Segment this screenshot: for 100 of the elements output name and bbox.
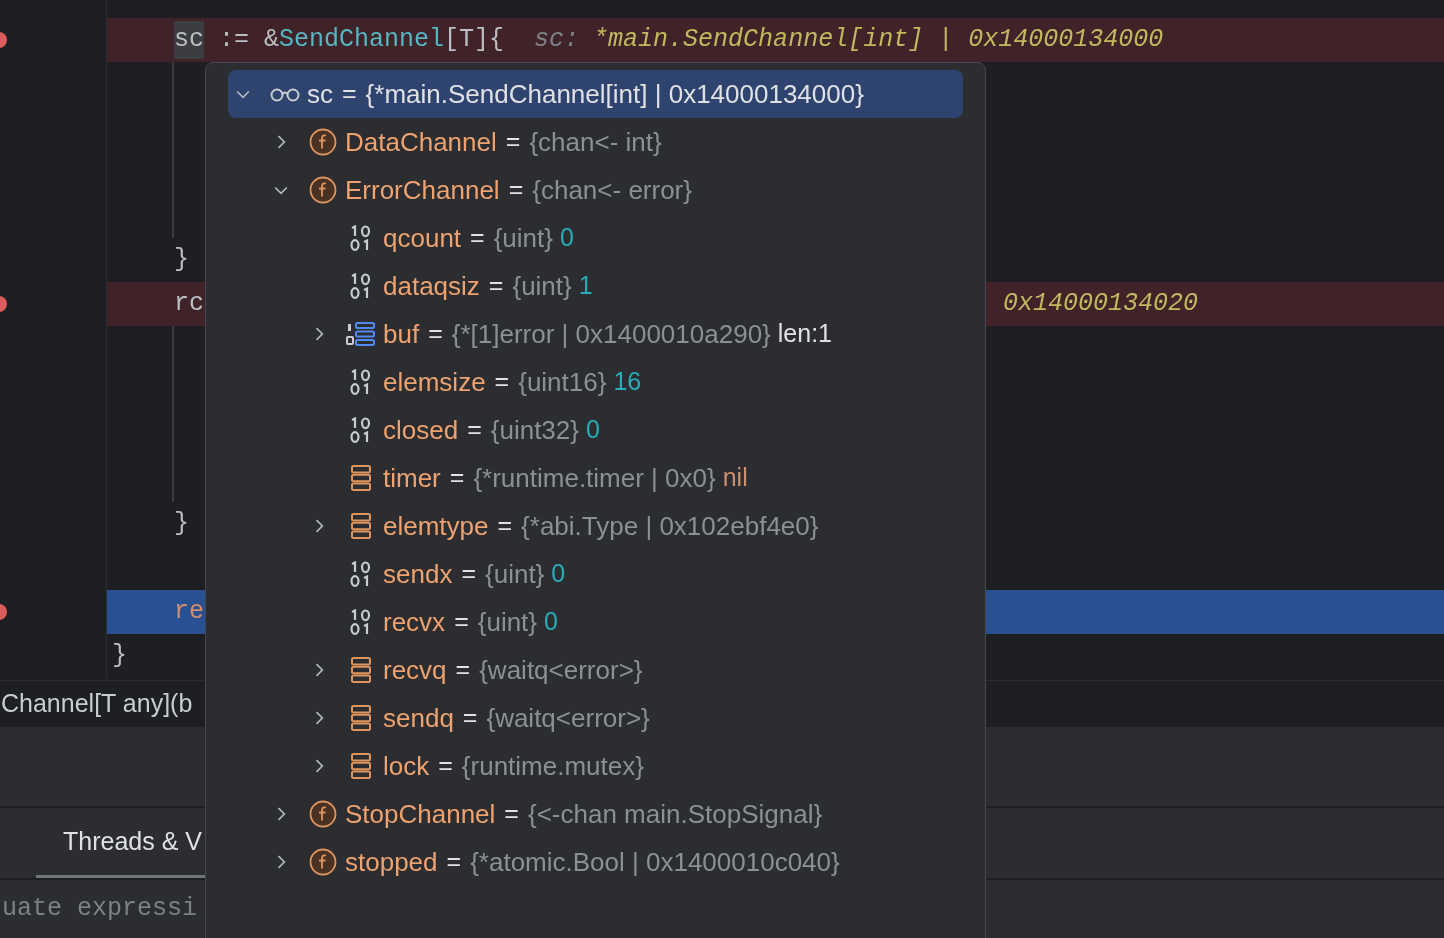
variable-name: sc: [307, 77, 333, 111]
variable-row[interactable]: StopChannel = {<-chan main.StopSignal}: [228, 790, 963, 838]
variable-name: closed: [383, 413, 459, 447]
code-text: := &: [218, 24, 280, 57]
variable-row[interactable]: qcount = {uint} 0: [228, 214, 963, 262]
variable-row[interactable]: ErrorChannel = {chan<- error}: [228, 166, 963, 214]
variable-type: {*runtime.timer | 0x0}: [473, 461, 716, 495]
variable-row[interactable]: stopped = {*atomic.Bool | 0x1400010c040}: [228, 838, 963, 886]
variable-row[interactable]: DataChannel = {chan<- int}: [228, 118, 963, 166]
keyword-text: re: [174, 596, 204, 629]
variable-value: 16: [613, 366, 642, 398]
variable-type: {waitq<error>}: [479, 653, 643, 687]
inline-value: *main.SendChannel[int] | 0x14000134000: [593, 24, 1164, 57]
variable-type: {uint32}: [490, 413, 579, 447]
variable-type: {chan<- int}: [529, 125, 662, 159]
variable-row[interactable]: elemtype = {*abi.Type | 0x102ebf4e0}: [228, 502, 963, 550]
equals-sign: =: [454, 606, 469, 638]
variable-type: {*main.SendChannel[int] | 0x14000134000}: [365, 77, 864, 111]
variable-name: lock: [383, 749, 430, 783]
field-icon: [309, 176, 337, 204]
variable-name: qcount: [383, 221, 462, 255]
variable-name: dataqsiz: [383, 269, 480, 303]
variable-name: recvx: [383, 605, 446, 639]
equals-sign: =: [342, 78, 357, 110]
equals-sign: =: [455, 654, 471, 686]
variable-name: DataChannel: [345, 125, 497, 159]
code-text: [T]{: [444, 24, 505, 57]
equals-sign: =: [488, 270, 504, 302]
variable-type: {waitq<error>}: [486, 701, 650, 735]
variable-type: {uint}: [485, 557, 545, 591]
variable-name: sendx: [383, 557, 453, 591]
variable-type: {*abi.Type | 0x102ebf4e0}: [521, 509, 819, 543]
inline-value-label: sc:: [534, 24, 580, 57]
variable-value: 1: [578, 270, 593, 302]
variable-name: elemsize: [383, 365, 486, 399]
variable-value: nil: [722, 462, 748, 494]
variable-name: timer: [383, 461, 441, 495]
variable-type: {uint16}: [518, 365, 607, 399]
variable-row[interactable]: closed = {uint32} 0: [228, 406, 963, 454]
equals-sign: =: [508, 174, 524, 206]
equals-sign: =: [505, 126, 521, 158]
variable-name: elemtype: [383, 509, 489, 543]
variable-row[interactable]: recvx = {uint} 0: [228, 598, 963, 646]
code-text: rc: [174, 288, 204, 321]
variable-row[interactable]: elemsize = {uint16} 16: [228, 358, 963, 406]
variable-type: {uint}: [477, 605, 538, 639]
variable-row[interactable]: recvq = {waitq<error>}: [228, 646, 963, 694]
variable-row[interactable]: sendq = {waitq<error>}: [228, 694, 963, 742]
list-icon: [346, 321, 376, 347]
variable-type: {uint}: [493, 221, 553, 255]
equals-sign: =: [428, 318, 443, 350]
variable-type: {*[1]error | 0x1400010a290}: [451, 317, 771, 351]
binary-icon: [349, 272, 373, 300]
equals-sign: =: [494, 366, 510, 398]
stack-icon: [350, 656, 372, 684]
field-icon: [309, 128, 337, 156]
equals-sign: =: [461, 558, 476, 590]
variable-type: {<-chan main.StopSignal}: [527, 797, 823, 831]
variable-name: recvq: [383, 653, 447, 687]
variable-type: {chan<- error}: [532, 173, 692, 207]
variable-type: {runtime.mutex}: [461, 749, 644, 783]
variable-row[interactable]: timer = {*runtime.timer | 0x0} nil: [228, 454, 963, 502]
binary-icon: [349, 608, 373, 636]
variable-name: ErrorChannel: [345, 173, 500, 207]
binary-icon: [349, 560, 373, 588]
type-name: SendChannel: [279, 24, 445, 57]
variable-name: stopped: [345, 845, 438, 879]
binary-icon: [349, 416, 373, 444]
variable-row[interactable]: dataqsiz = {uint} 1: [228, 262, 963, 310]
stack-icon: [350, 752, 372, 780]
highlighted-identifier: sc: [174, 21, 204, 59]
field-icon: [309, 800, 337, 828]
field-icon: [309, 848, 337, 876]
code-text: }: [112, 640, 127, 673]
variable-value: 0: [544, 606, 558, 638]
stack-icon: [350, 464, 372, 492]
variable-value: 0: [560, 222, 574, 254]
variable-type: {*atomic.Bool | 0x1400010c040}: [470, 845, 840, 879]
variable-name: StopChannel: [345, 797, 496, 831]
variable-value: 0: [551, 558, 566, 590]
code-text: }: [174, 244, 189, 277]
equals-sign: =: [446, 846, 462, 878]
equals-sign: =: [467, 414, 482, 446]
stack-icon: [350, 512, 372, 540]
equals-sign: =: [438, 750, 453, 782]
variable-row[interactable]: sc = {*main.SendChannel[int] | 0x14000134000}: [228, 70, 963, 118]
variable-row[interactable]: sendx = {uint} 0: [228, 550, 963, 598]
binary-icon: [349, 368, 373, 396]
equals-sign: =: [504, 798, 519, 830]
equals-sign: =: [449, 462, 465, 494]
equals-sign: =: [470, 222, 485, 254]
equals-sign: =: [462, 702, 478, 734]
variable-row[interactable]: buf = {*[1]error | 0x1400010a290} len:1: [228, 310, 963, 358]
breadcrumb[interactable]: Channel[T any](b: [0, 685, 193, 723]
code-text: }: [174, 508, 189, 541]
stack-icon: [350, 704, 372, 732]
variable-name: buf: [383, 317, 420, 351]
equals-sign: =: [497, 510, 513, 542]
variable-type: {uint}: [512, 269, 572, 303]
variable-name: sendq: [383, 701, 454, 735]
